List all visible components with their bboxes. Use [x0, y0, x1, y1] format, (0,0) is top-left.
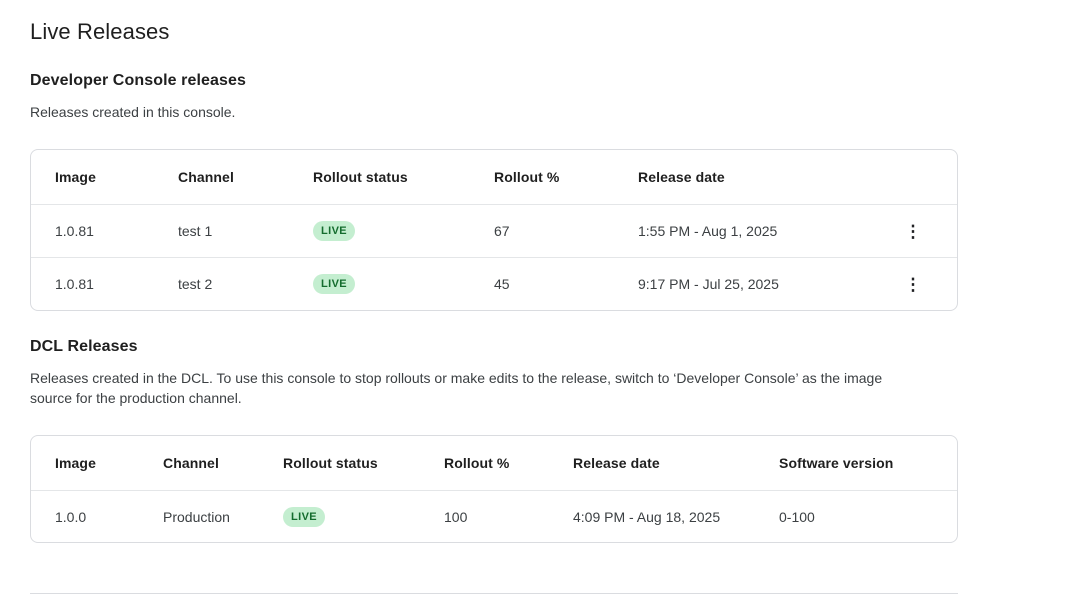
- section-heading: DCL Releases: [30, 337, 958, 357]
- rollout-status-cell: LIVE: [313, 274, 494, 294]
- channel-cell: Production: [163, 509, 283, 525]
- column-header: Rollout status: [283, 455, 444, 471]
- column-header: Release date: [573, 455, 779, 471]
- date-cell: 4:09 PM - Aug 18, 2025: [573, 509, 779, 525]
- table-row: 1.0.0ProductionLIVE 1004:09 PM - Aug 18, …: [31, 490, 957, 542]
- row-actions-cell: ⋮: [893, 270, 957, 298]
- channel-cell: test 1: [178, 223, 313, 239]
- developer-console-releases-table: ImageChannelRollout statusRollout %Relea…: [30, 149, 958, 311]
- section-description: Releases created in this console.: [30, 102, 920, 122]
- date-cell: 9:17 PM - Jul 25, 2025: [638, 276, 893, 292]
- column-header: Release date: [638, 169, 893, 185]
- section-developer-console-releases: Developer Console releases Releases crea…: [30, 71, 958, 311]
- live-releases-page: Live Releases Developer Console releases…: [30, 0, 958, 594]
- channel-cell: test 2: [178, 276, 313, 292]
- section-heading: Developer Console releases: [30, 71, 958, 91]
- page-title: Live Releases: [30, 19, 958, 45]
- table-header-row: ImageChannelRollout statusRollout %Relea…: [31, 436, 957, 490]
- dcl-releases-table: ImageChannelRollout statusRollout %Relea…: [30, 435, 958, 543]
- table-row: 1.0.81test 1LIVE 671:55 PM - Aug 1, 2025 ⋮: [31, 204, 957, 257]
- live-status-badge: LIVE: [313, 221, 355, 241]
- section-description: Releases created in the DCL. To use this…: [30, 368, 920, 408]
- image-cell: 1.0.81: [55, 223, 178, 239]
- live-status-badge: LIVE: [313, 274, 355, 294]
- column-header: Rollout %: [494, 169, 638, 185]
- kebab-menu-icon[interactable]: ⋮: [899, 270, 927, 298]
- rollout-cell: 45: [494, 276, 638, 292]
- rollout-cell: 100: [444, 509, 573, 525]
- image-cell: 1.0.0: [55, 509, 163, 525]
- column-header: Image: [55, 169, 178, 185]
- column-header: Rollout status: [313, 169, 494, 185]
- rollout-cell: 67: [494, 223, 638, 239]
- section-dcl-releases: DCL Releases Releases created in the DCL…: [30, 337, 958, 543]
- kebab-menu-icon[interactable]: ⋮: [899, 217, 927, 245]
- column-header: Image: [55, 455, 163, 471]
- row-actions-cell: ⋮: [893, 217, 957, 245]
- table-header-row: ImageChannelRollout statusRollout %Relea…: [31, 150, 957, 204]
- table-row: 1.0.81test 2LIVE 459:17 PM - Jul 25, 2025…: [31, 257, 957, 310]
- image-cell: 1.0.81: [55, 276, 178, 292]
- live-status-badge: LIVE: [283, 507, 325, 527]
- software-version-cell: 0-100: [779, 509, 957, 525]
- column-header: Channel: [163, 455, 283, 471]
- column-header: Software version: [779, 455, 957, 471]
- column-header: Rollout %: [444, 455, 573, 471]
- rollout-status-cell: LIVE: [313, 221, 494, 241]
- date-cell: 1:55 PM - Aug 1, 2025: [638, 223, 893, 239]
- rollout-status-cell: LIVE: [283, 507, 444, 527]
- column-header: Channel: [178, 169, 313, 185]
